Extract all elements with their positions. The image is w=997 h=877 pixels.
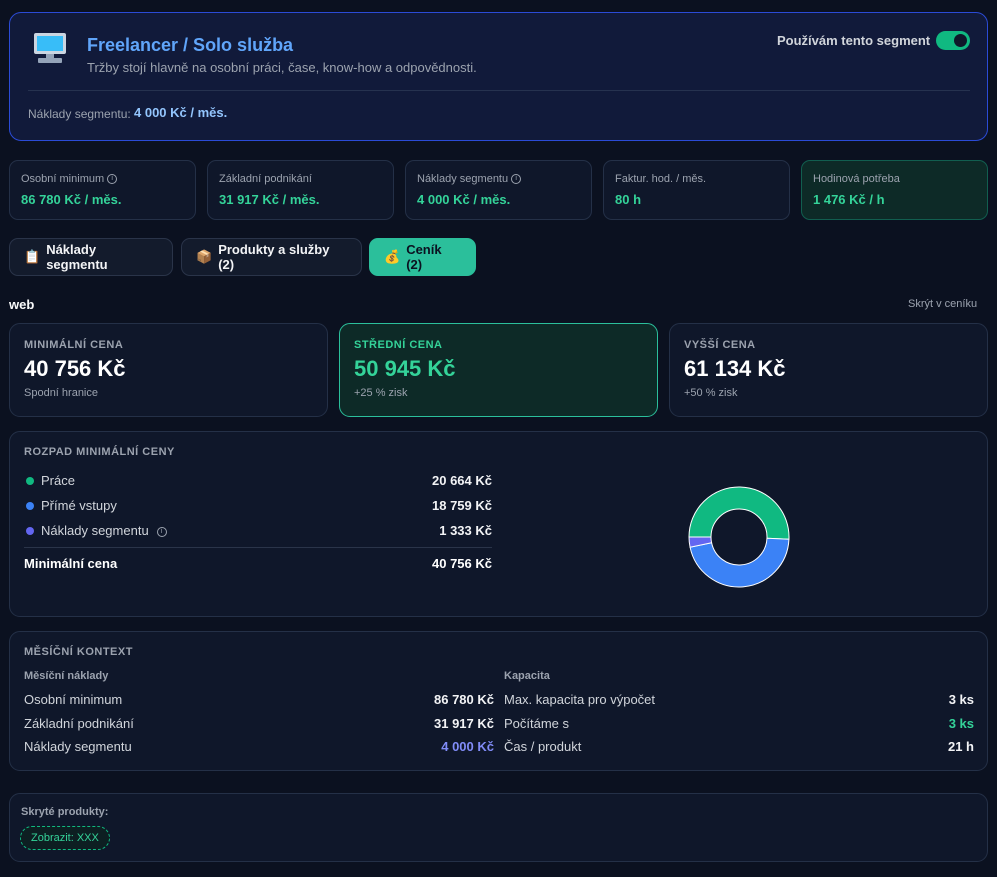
stat-segment-costs: Náklady segmentu i 4 000 Kč / měs. (405, 160, 592, 220)
show-hidden-product-chip[interactable]: Zobrazit: XXX (20, 826, 110, 850)
legend-dot (26, 477, 34, 485)
segment-cost-value: 4 000 Kč / měs. (134, 105, 228, 120)
tab-price-list[interactable]: 💰 Ceník (2) (369, 238, 476, 276)
row-label: Počítáme s (504, 716, 570, 731)
price-title: STŘEDNÍ CENA (354, 339, 443, 351)
info-icon[interactable]: i (107, 174, 118, 185)
row-label: Náklady segmentu (24, 739, 132, 754)
donut-slice-labor (688, 486, 790, 540)
segment-header-card: Freelancer / Solo služba Tržby stojí hla… (9, 12, 988, 141)
clipboard-icon: 📋 (24, 249, 41, 264)
money-bag-icon: 💰 (384, 249, 401, 264)
stat-billable-hours: Faktur. hod. / měs. 80 h (603, 160, 790, 220)
divider (24, 547, 492, 548)
toggle-knob (954, 34, 967, 47)
price-value: 61 134 Kč (684, 356, 786, 381)
tab-segment-costs[interactable]: 📋 Náklady segmentu (9, 238, 173, 276)
monthly-row-basic-business: Základní podnikání 31 917 Kč (24, 716, 494, 734)
capacity-row-max: Max. kapacita pro výpočet 3 ks (504, 692, 974, 710)
tab-label: Náklady segmentu (46, 242, 108, 272)
stat-label: Osobní minimum (21, 173, 105, 185)
row-label: Osobní minimum (24, 692, 123, 707)
row-value: 86 780 Kč (434, 692, 494, 707)
segment-description: Tržby stojí hlavně na osobní práci, čase… (87, 60, 477, 75)
row-label: Základní podnikání (24, 716, 134, 731)
minimum-price-breakdown: ROZPAD MINIMÁLNÍ CENY Práce 20 664 Kč Př… (9, 431, 988, 617)
info-icon[interactable]: i (156, 526, 167, 537)
breakdown-label: Práce (41, 473, 75, 488)
stat-value: 80 h (615, 192, 642, 207)
breakdown-label: Náklady segmentu (41, 523, 149, 538)
stat-label: Hodinová potřeba (813, 173, 900, 185)
divider (28, 90, 970, 91)
price-title: VYŠŠÍ CENA (684, 339, 756, 351)
monthly-context: MĚSÍČNÍ KONTEXT Měsíční náklady Kapacita… (9, 631, 988, 771)
breakdown-value: 1 333 Kč (439, 523, 492, 538)
stat-value: 4 000 Kč / měs. (417, 192, 511, 207)
breakdown-row-labor: Práce 20 664 Kč (24, 473, 492, 491)
price-card-higher: VYŠŠÍ CENA 61 134 Kč +50 % zisk (669, 323, 988, 417)
hidden-products-title: Skryté produkty: (21, 806, 109, 818)
hide-in-price-list-link[interactable]: Skrýt v ceníku (908, 298, 977, 310)
donut-slice-direct-inputs (689, 537, 790, 588)
capacity-heading: Kapacita (504, 670, 550, 682)
computer-icon (34, 33, 66, 63)
row-value: 3 ks (948, 692, 974, 707)
stat-personal-minimum: Osobní minimum i 86 780 Kč / měs. (9, 160, 196, 220)
price-value: 40 756 Kč (24, 356, 126, 381)
product-name: web (9, 297, 35, 312)
tab-label: Produkty a služby (2) (218, 242, 330, 272)
info-icon[interactable]: i (511, 174, 522, 185)
tab-label: Ceník (2) (406, 242, 442, 272)
stat-value: 1 476 Kč / h (813, 192, 885, 207)
price-value: 50 945 Kč (354, 356, 456, 381)
row-value: 3 ks (948, 716, 974, 731)
legend-dot (26, 502, 34, 510)
row-value: 31 917 Kč (434, 716, 494, 731)
row-value: 21 h (947, 739, 974, 754)
stat-basic-business: Základní podnikání 31 917 Kč / měs. (207, 160, 394, 220)
capacity-row-counting: Počítáme s 3 ks (504, 716, 974, 734)
total-label: Minimální cena (24, 556, 118, 571)
breakdown-donut-chart (688, 486, 790, 588)
price-card-middle: STŘEDNÍ CENA 50 945 Kč +25 % zisk (339, 323, 658, 417)
stat-hourly-need: Hodinová potřeba 1 476 Kč / h (801, 160, 988, 220)
use-segment-label: Používám tento segment (777, 33, 931, 48)
stat-value: 86 780 Kč / měs. (21, 192, 122, 207)
breakdown-label: Přímé vstupy (41, 498, 117, 513)
legend-dot (26, 527, 34, 535)
stat-value: 31 917 Kč / měs. (219, 192, 320, 207)
segment-title: Freelancer / Solo služba (87, 35, 294, 55)
monthly-costs-heading: Měsíční náklady (24, 670, 109, 682)
price-title: MINIMÁLNÍ CENA (24, 339, 124, 351)
package-icon: 📦 (196, 249, 213, 264)
breakdown-title: ROZPAD MINIMÁLNÍ CENY (24, 446, 175, 458)
breakdown-value: 18 759 Kč (432, 498, 492, 513)
total-value: 40 756 Kč (432, 556, 492, 571)
monthly-row-segment-costs: Náklady segmentu 4 000 Kč (24, 739, 494, 757)
breakdown-total: Minimální cena 40 756 Kč (24, 556, 492, 571)
price-note: +50 % zisk (684, 387, 738, 399)
row-label: Čas / produkt (504, 739, 582, 754)
breakdown-row-direct-inputs: Přímé vstupy 18 759 Kč (24, 498, 492, 516)
row-value: 4 000 Kč (441, 739, 494, 754)
monthly-row-personal-minimum: Osobní minimum 86 780 Kč (24, 692, 494, 710)
use-segment-toggle[interactable] (936, 31, 970, 50)
breakdown-row-segment-costs: Náklady segmentu i 1 333 Kč (24, 523, 492, 541)
stat-label: Faktur. hod. / měs. (615, 173, 707, 185)
tab-products-services[interactable]: 📦 Produkty a služby (2) (181, 238, 362, 276)
breakdown-value: 20 664 Kč (432, 473, 492, 488)
price-note: Spodní hranice (24, 387, 98, 399)
stat-label: Základní podnikání (219, 173, 312, 185)
capacity-row-time-per-product: Čas / produkt 21 h (504, 739, 974, 757)
stat-label: Náklady segmentu (417, 173, 509, 185)
row-label: Max. kapacita pro výpočet (504, 692, 656, 707)
price-card-minimum: MINIMÁLNÍ CENA 40 756 Kč Spodní hranice (9, 323, 328, 417)
price-note: +25 % zisk (354, 387, 408, 399)
monthly-title: MĚSÍČNÍ KONTEXT (24, 646, 133, 658)
hidden-products: Skryté produkty: Zobrazit: XXX (9, 793, 988, 862)
segment-cost-label: Náklady segmentu: (28, 107, 131, 121)
